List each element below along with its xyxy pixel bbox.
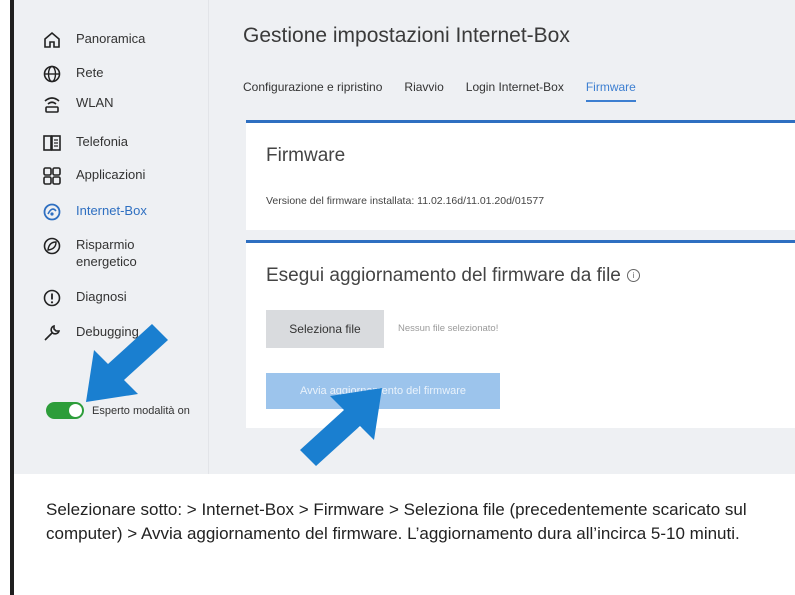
instruction-caption: Selezionare sotto: > Internet-Box > Firm… [46,500,747,543]
tab-riavvio[interactable]: Riavvio [404,80,443,102]
tab-login[interactable]: Login Internet-Box [466,80,564,102]
sidebar-item-label: Telefonia [76,134,129,149]
sidebar-item-internet-box[interactable]: Internet-Box [42,202,147,222]
screenshot-panel: Panoramica Rete WLAN Telefonia Applicazi… [14,0,795,474]
energy-icon [42,236,62,256]
wifi-icon [42,94,62,114]
apps-icon [42,166,62,186]
sidebar-item-label: Rete [76,65,104,80]
sidebar-item-label: Diagnosi [76,289,127,304]
phone-icon [42,133,62,153]
no-file-text: Nessun file selezionato! [398,323,499,334]
arrow-annotation-toggle [86,324,168,402]
sidebar-item-wlan[interactable]: WLAN [42,94,114,114]
sidebar-item-telefonia[interactable]: Telefonia [42,133,128,153]
home-icon [42,30,62,50]
page-title: Gestione impostazioni Internet-Box [243,24,570,47]
sidebar-item-panoramica[interactable]: Panoramica [42,30,145,50]
arrow-annotation-update-button [300,388,382,466]
firmware-card: Firmware Versione del firmware installat… [246,120,795,230]
update-card-title-row: Esegui aggiornamento del firmware da fil… [266,265,640,287]
tab-bar: Configurazione e ripristino Riavvio Logi… [243,80,658,102]
wrench-icon [42,323,62,343]
info-icon[interactable]: i [626,269,640,283]
alert-icon [42,288,62,308]
sidebar-item-label: Applicazioni [76,167,146,182]
sidebar-item-label: Panoramica [76,31,146,46]
sidebar-item-diagnosi[interactable]: Diagnosi [42,288,127,308]
tab-configurazione[interactable]: Configurazione e ripristino [243,80,382,102]
sidebar-item-applicazioni[interactable]: Applicazioni [42,166,145,186]
tab-firmware[interactable]: Firmware [585,80,636,102]
firmware-version: Versione del firmware installata: 11.02.… [266,195,545,207]
sidebar-item-rete[interactable]: Rete [42,64,103,84]
globe-icon [42,64,62,84]
select-file-button[interactable]: Seleziona file [266,310,384,348]
sidebar-item-label: WLAN [76,95,114,110]
box-icon [42,202,62,222]
sidebar-item-label: Internet-Box [76,203,147,218]
update-card-title: Esegui aggiornamento del firmware da fil… [266,265,621,286]
sidebar-item-risparmio-energetico[interactable]: Risparmio energetico [42,236,156,270]
sidebar-item-label: Risparmio energetico [76,237,137,269]
firmware-card-title: Firmware [266,145,346,166]
